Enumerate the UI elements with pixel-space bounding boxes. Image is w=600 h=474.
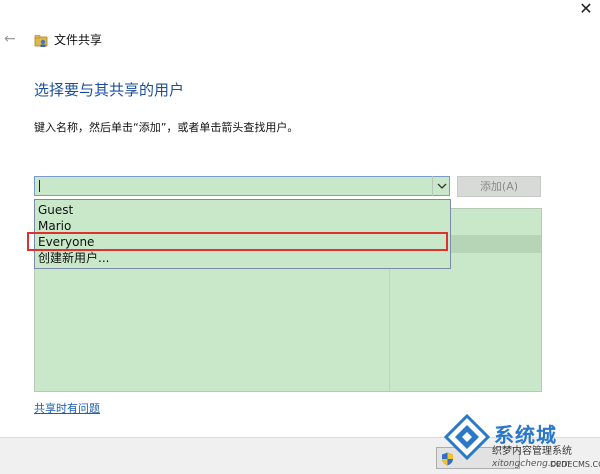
close-button[interactable]: ✕: [572, 0, 600, 22]
back-arrow-icon[interactable]: ←: [4, 32, 22, 48]
share-folder-icon: [34, 33, 49, 47]
sharing-help-link[interactable]: 共享时有问题: [34, 401, 100, 417]
chevron-down-icon[interactable]: [432, 176, 450, 196]
selection-highlight-box: [27, 232, 448, 251]
watermark-name: 系统城: [494, 423, 557, 447]
dropdown-option-guest[interactable]: Guest: [38, 202, 73, 218]
add-button[interactable]: 添加(A): [457, 176, 541, 197]
window-title: 文件共享: [54, 33, 103, 47]
page-heading: 选择要与其共享的用户: [34, 81, 185, 99]
instruction-text: 键入名称，然后单击“添加”，或者单击箭头查找用户。: [34, 121, 299, 134]
watermark-site: DEDECMS.COM: [550, 460, 600, 469]
dropdown-option-create-new-user[interactable]: 创建新用户...: [38, 250, 109, 266]
text-caret: [39, 180, 40, 192]
user-name-combo-input[interactable]: [34, 176, 450, 196]
watermark-subtitle: 织梦内容管理系统: [492, 446, 572, 457]
watermark-logo: [443, 413, 491, 461]
